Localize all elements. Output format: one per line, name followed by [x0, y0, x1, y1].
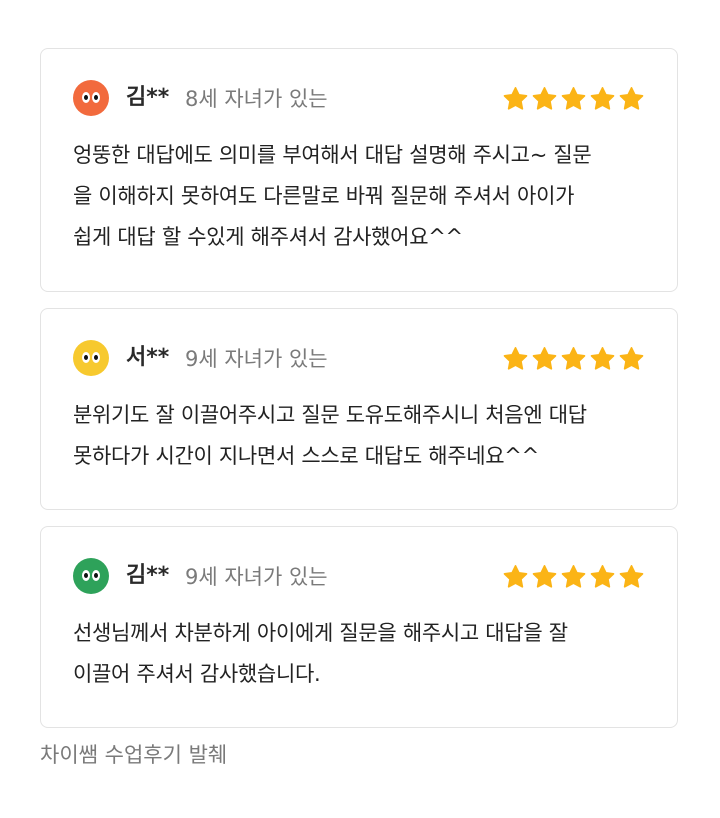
review-text: 분위기도 잘 이끌어주시고 질문 도유도해주시니 처음엔 대답 못하다가 시간이… [73, 395, 653, 477]
review-line: 이끌어 주셔서 감사했습니다. [73, 662, 321, 686]
review-line: 쉽게 대답 할 수있게 해주셔서 감사했어요^^ [73, 225, 463, 249]
review-line: 엉뚱한 대답에도 의미를 부여해서 대답 설명해 주시고~ 질문 [73, 143, 592, 167]
star-icon [503, 87, 528, 110]
star-rating [502, 86, 645, 112]
reviewer-meta: 9세 자녀가 있는 [185, 347, 328, 371]
review-header: 서** 9세 자녀가 있는 [73, 340, 645, 376]
avatar-eye [82, 92, 90, 103]
star-rating [502, 564, 645, 590]
reviewer-name: 서** [126, 345, 170, 370]
source-caption: 차이쌤 수업후기 발췌 [40, 743, 228, 767]
avatar [73, 558, 109, 594]
star-icon [532, 87, 557, 110]
star-icon [532, 347, 557, 370]
star-icon [590, 347, 615, 370]
star-icon [503, 347, 528, 370]
review-header: 김** 9세 자녀가 있는 [73, 558, 645, 594]
reviewer-name: 김** [126, 563, 170, 588]
star-icon [619, 565, 644, 588]
star-icon [561, 565, 586, 588]
avatar-eye [82, 352, 90, 363]
star-icon [619, 87, 644, 110]
avatar [73, 80, 109, 116]
review-line: 선생님께서 차분하게 아이에게 질문을 해주시고 대답을 잘 [73, 621, 568, 645]
star-icon [590, 87, 615, 110]
star-icon [503, 565, 528, 588]
reviewer-meta: 8세 자녀가 있는 [185, 87, 328, 111]
avatar-eye [92, 570, 100, 581]
avatar-eye [92, 352, 100, 363]
review-text: 엉뚱한 대답에도 의미를 부여해서 대답 설명해 주시고~ 질문 을 이해하지 … [73, 135, 653, 258]
review-card: 김** 9세 자녀가 있는 선생님께서 차분하게 아이에게 질문을 해주시고 대… [40, 526, 678, 728]
review-line: 분위기도 잘 이끌어주시고 질문 도유도해주시니 처음엔 대답 [73, 403, 587, 427]
review-text: 선생님께서 차분하게 아이에게 질문을 해주시고 대답을 잘 이끌어 주셔서 감… [73, 613, 653, 695]
star-rating [502, 346, 645, 372]
reviewer-name: 김** [126, 85, 170, 110]
star-icon [590, 565, 615, 588]
review-card: 서** 9세 자녀가 있는 분위기도 잘 이끌어주시고 질문 도유도해주시니 처… [40, 308, 678, 510]
star-icon [619, 347, 644, 370]
review-line: 을 이해하지 못하여도 다른말로 바꿔 질문해 주셔서 아이가 [73, 184, 575, 208]
star-icon [532, 565, 557, 588]
star-icon [561, 87, 586, 110]
review-header: 김** 8세 자녀가 있는 [73, 80, 645, 116]
star-icon [561, 347, 586, 370]
avatar [73, 340, 109, 376]
avatar-eye [92, 92, 100, 103]
reviewer-meta: 9세 자녀가 있는 [185, 565, 328, 589]
review-card: 김** 8세 자녀가 있는 엉뚱한 대답에도 의미를 부여해서 대답 설명해 주… [40, 48, 678, 292]
review-line: 못하다가 시간이 지나면서 스스로 대답도 해주네요^^ [73, 444, 539, 468]
avatar-eye [82, 570, 90, 581]
